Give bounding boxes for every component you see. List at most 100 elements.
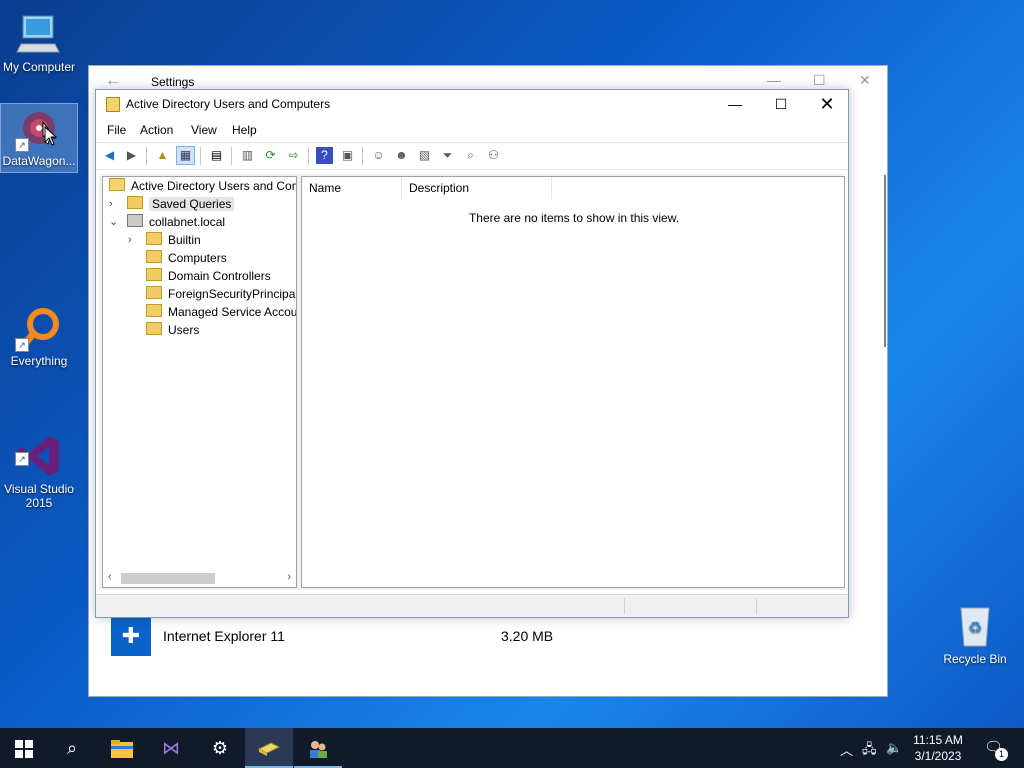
taskbar-file-explorer[interactable] xyxy=(98,728,146,768)
column-header-name[interactable]: Name xyxy=(302,177,402,199)
clock-time: 11:15 AM xyxy=(913,733,963,747)
close-button[interactable]: ✕ xyxy=(804,90,850,118)
help-icon[interactable]: ? xyxy=(316,147,333,164)
new-user-icon[interactable]: ☺ xyxy=(370,147,387,164)
action-pane-icon[interactable]: ▣ xyxy=(339,147,356,164)
details-pane[interactable]: Name Description There are no items to s… xyxy=(301,176,845,588)
menu-action[interactable]: Action xyxy=(140,123,173,137)
folder-icon xyxy=(146,322,162,335)
tree-horizontal-scrollbar[interactable]: ‹ › xyxy=(105,571,294,585)
visual-studio-icon: ⋈ xyxy=(162,738,180,758)
shortcut-arrow-icon: ↗ xyxy=(15,452,29,466)
menu-bar: File Action View Help xyxy=(96,118,848,140)
back-arrow-icon[interactable]: ← xyxy=(105,72,121,90)
desktop-icon-visual-studio[interactable]: ↗ Visual Studio 2015 xyxy=(1,404,77,524)
desktop-icon-label: Everything xyxy=(10,354,68,368)
console-tree[interactable]: Active Directory Users and Com › Saved Q… xyxy=(102,176,297,588)
clipboard-icon[interactable]: ▤ xyxy=(208,147,225,164)
add-to-group-icon[interactable]: ⚇ xyxy=(485,147,502,164)
window-title: Active Directory Users and Computers xyxy=(126,97,331,111)
tree-item-saved-queries[interactable]: › Saved Queries xyxy=(109,195,235,213)
show-hide-console-tree-icon[interactable]: ▦ xyxy=(176,146,195,165)
maximize-button[interactable]: ☐ xyxy=(758,90,804,118)
settings-scrollbar[interactable] xyxy=(884,175,886,347)
tree-item-users[interactable]: Users xyxy=(146,321,199,339)
app-list-item[interactable]: ✚ Internet Explorer 11 3.20 MB xyxy=(111,616,871,656)
taskbar: ⌕ ⋈ ⚙ ︿ 🖧 🔈 11:15 AM 3/1/2023 🗨 1 xyxy=(0,728,1024,768)
close-button[interactable]: ✕ xyxy=(859,72,871,89)
console-area: Active Directory Users and Com › Saved Q… xyxy=(99,174,845,590)
chevron-right-icon[interactable]: › xyxy=(128,231,132,249)
toolbar: ◀ ▶ ▲ ▦ ▤ ▥ ⟳ ⇨ ? ▣ ☺ ☻ ▧ ⏷ ⌕ ⚇ xyxy=(96,142,848,170)
volume-icon[interactable]: 🔈 xyxy=(886,740,902,756)
menu-file[interactable]: File xyxy=(107,123,126,137)
desktop-icon-my-computer[interactable]: My Computer xyxy=(1,10,77,74)
desktop-icon-label: My Computer xyxy=(2,60,76,74)
app-name: Internet Explorer 11 xyxy=(163,628,285,644)
puzzle-icon: ✚ xyxy=(111,616,151,656)
tree-item-domain-controllers[interactable]: Domain Controllers xyxy=(146,267,271,285)
search-icon: ⌕ xyxy=(66,738,78,758)
new-ou-icon[interactable]: ▧ xyxy=(416,147,433,164)
maximize-button[interactable]: ☐ xyxy=(813,72,826,89)
chevron-up-icon[interactable]: ︿ xyxy=(840,740,853,759)
folder-icon xyxy=(146,286,162,299)
export-list-icon[interactable]: ⇨ xyxy=(285,147,302,164)
tree-item-managed-service-accounts[interactable]: Managed Service Accour xyxy=(146,303,296,321)
users-icon xyxy=(310,741,327,759)
folder-icon xyxy=(111,740,133,759)
tree-item-computers[interactable]: Computers xyxy=(146,249,227,267)
network-icon[interactable]: 🖧 xyxy=(862,740,877,762)
tree-item-domain[interactable]: ⌄ collabnet.local xyxy=(109,213,225,231)
desktop-icon-datawagon[interactable]: ↗ DataWagon... xyxy=(0,103,78,173)
shortcut-arrow-icon: ↗ xyxy=(15,138,29,152)
menu-view[interactable]: View xyxy=(191,123,217,137)
clock[interactable]: 11:15 AM 3/1/2023 xyxy=(902,732,974,764)
tree-item-foreign-security-principals[interactable]: ForeignSecurityPrincipals xyxy=(146,285,296,303)
scroll-left-icon[interactable]: ‹ xyxy=(108,571,112,583)
scroll-right-icon[interactable]: › xyxy=(287,571,291,583)
taskbar-settings[interactable]: ⚙ xyxy=(196,728,244,768)
search-button[interactable]: ⌕ xyxy=(48,728,96,768)
taskbar-aduc[interactable] xyxy=(245,728,293,768)
visual-studio-icon: ↗ xyxy=(15,418,63,476)
properties-icon[interactable]: ▥ xyxy=(239,147,256,164)
column-header-description[interactable]: Description xyxy=(402,177,552,199)
chevron-right-icon[interactable]: › xyxy=(109,195,113,213)
menu-help[interactable]: Help xyxy=(232,123,257,137)
aduc-titlebar[interactable]: Active Directory Users and Computers — ☐… xyxy=(96,90,848,118)
aduc-window[interactable]: Active Directory Users and Computers — ☐… xyxy=(95,89,849,618)
desktop-icon-label: Visual Studio 2015 xyxy=(4,482,74,510)
windows-logo-icon xyxy=(15,740,33,759)
app-size: 3.20 MB xyxy=(501,628,554,644)
aduc-app-icon xyxy=(106,97,120,112)
filter-icon[interactable]: ⏷ xyxy=(439,147,456,164)
taskbar-visual-studio[interactable]: ⋈ xyxy=(147,728,195,768)
clock-date: 3/1/2023 xyxy=(914,749,962,763)
notification-count-badge: 1 xyxy=(995,748,1008,761)
desktop-icon-everything[interactable]: ↗ Everything xyxy=(1,304,77,368)
scrollbar-thumb[interactable] xyxy=(121,573,215,584)
forward-icon[interactable]: ▶ xyxy=(123,147,140,164)
settings-title: Settings xyxy=(151,75,195,89)
domain-icon xyxy=(127,214,143,227)
start-button[interactable] xyxy=(0,728,48,768)
shortcut-arrow-icon: ↗ xyxy=(15,338,29,352)
refresh-icon[interactable]: ⟳ xyxy=(262,147,279,164)
recycle-bin-icon: ♻ xyxy=(951,602,999,650)
minimize-button[interactable]: — xyxy=(767,72,781,88)
desktop-icon-recycle-bin[interactable]: ♻ Recycle Bin xyxy=(937,602,1013,666)
find-icon[interactable]: ⌕ xyxy=(462,147,479,164)
tree-item-root[interactable]: Active Directory Users and Com xyxy=(109,177,296,195)
up-folder-icon[interactable]: ▲ xyxy=(154,147,171,164)
folder-icon xyxy=(127,196,143,209)
ou-folder-icon xyxy=(146,268,162,281)
svg-text:♻: ♻ xyxy=(968,620,982,637)
new-group-icon[interactable]: ☻ xyxy=(393,147,410,164)
minimize-button[interactable]: — xyxy=(712,90,758,118)
taskbar-users-app[interactable] xyxy=(294,728,342,768)
gear-icon: ⚙ xyxy=(211,738,229,758)
chevron-down-icon[interactable]: ⌄ xyxy=(109,213,118,231)
tree-item-builtin[interactable]: › Builtin xyxy=(128,231,201,249)
back-icon[interactable]: ◀ xyxy=(101,147,118,164)
